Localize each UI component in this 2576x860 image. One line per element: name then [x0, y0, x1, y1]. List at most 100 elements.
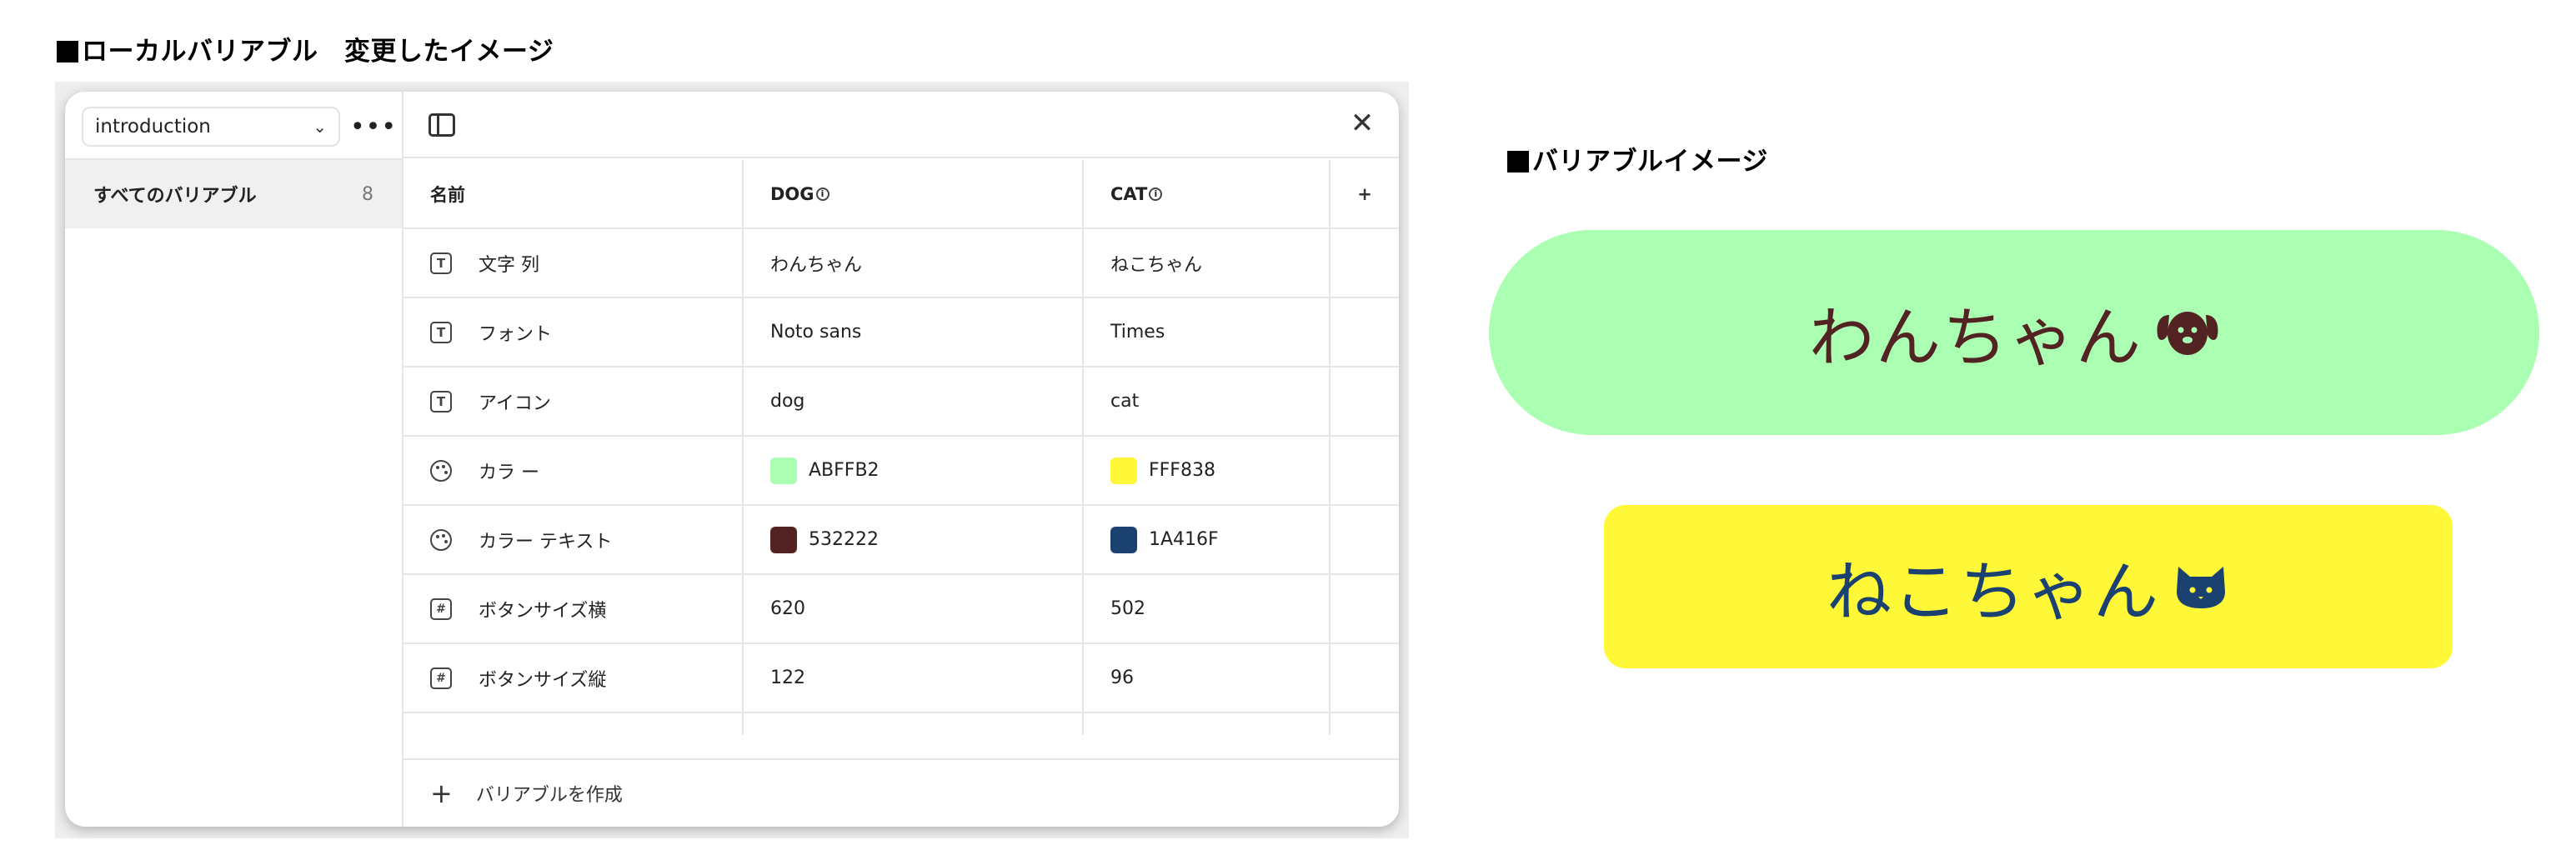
plus-icon: + — [430, 778, 453, 809]
chevron-down-icon: ⌄ — [313, 117, 327, 137]
collection-dropdown[interactable]: introduction ⌄ — [82, 107, 340, 147]
variable-name-cell[interactable]: # ボタンサイズ横 — [403, 575, 744, 642]
table-row[interactable]: カラ ー ABFFB2 FFF838 — [403, 437, 1399, 506]
variable-value: ねこちゃん — [1110, 254, 1203, 276]
variable-name: ボタンサイズ縦 — [479, 669, 607, 691]
create-variable-label: バリアブルを作成 — [475, 785, 623, 806]
table-row[interactable]: T 文字 列 わんちゃん ねこちゃん — [403, 229, 1399, 298]
table-row[interactable]: T フォント Noto sans Times — [403, 298, 1399, 368]
variable-value: 532222 — [809, 529, 879, 550]
table-row[interactable]: T アイコン dog cat — [403, 368, 1399, 437]
cat-value-cell[interactable]: Times — [1084, 298, 1331, 366]
color-swatch[interactable] — [770, 526, 797, 553]
cat-value-cell[interactable]: FFF838 — [1084, 437, 1331, 504]
mode-info-icon[interactable]: i — [1149, 187, 1163, 201]
variable-name-cell[interactable]: T アイコン — [403, 368, 744, 435]
create-variable-button[interactable]: + バリアブルを作成 — [403, 758, 1399, 827]
color-swatch[interactable] — [770, 457, 797, 484]
add-mode-button[interactable]: + — [1331, 160, 1399, 228]
variable-name: カラー テキスト — [479, 531, 613, 552]
number-type-icon: # — [430, 667, 452, 689]
sidebar-toggle-icon[interactable] — [428, 113, 455, 137]
sidebar-item-label: すべてのバリアブル — [93, 186, 257, 207]
table-row[interactable]: # ボタンサイズ縦 122 96 — [403, 644, 1399, 713]
column-header-label: DOG — [770, 183, 814, 204]
cat-value-cell[interactable]: 13 — [1084, 713, 1331, 735]
cat-icon — [2177, 567, 2225, 608]
variable-value: Times — [1110, 322, 1165, 342]
variable-value: dog — [770, 391, 805, 412]
section-title-text: ローカルバリアブル 変更したイメージ — [82, 37, 554, 67]
more-icon: ••• — [349, 112, 398, 142]
sidebar-item-all-variables[interactable]: すべてのバリアブル 8 — [65, 160, 402, 228]
variable-name: カラ ー — [479, 462, 539, 483]
palette-icon — [430, 459, 452, 482]
column-header-dog[interactable]: DOG i — [744, 160, 1084, 228]
text-type-icon: T — [430, 252, 452, 274]
variables-table: 名前 DOG i CAT i + T 文字 列 わんちゃん ねこちゃん T フォント N… — [403, 160, 1399, 735]
dog-value-cell[interactable]: 70 — [744, 713, 1084, 735]
cat-value-cell[interactable]: 96 — [1084, 644, 1331, 712]
sidebar-item-count: 8 — [362, 183, 373, 205]
cat-button-label: ねこちゃん — [1826, 555, 2160, 630]
cat-value-cell[interactable]: ねこちゃん — [1084, 229, 1331, 297]
cat-value-cell[interactable]: 1A416F — [1084, 506, 1331, 573]
cat-value-cell[interactable]: 502 — [1084, 575, 1331, 642]
text-type-icon: T — [430, 321, 452, 343]
variable-name-cell[interactable]: カラ ー — [403, 437, 744, 504]
panel-toolbar: ✕ — [403, 92, 1399, 158]
table-row[interactable]: #角丸 70 13 — [403, 713, 1399, 735]
variable-name: 角丸 — [479, 734, 515, 736]
dog-icon — [2157, 312, 2218, 355]
variable-name-cell[interactable]: T フォント — [403, 298, 744, 366]
variable-name-cell[interactable]: T 文字 列 — [403, 229, 744, 297]
cat-value-cell[interactable]: cat — [1084, 368, 1331, 435]
collection-dropdown-value: introduction — [95, 116, 211, 138]
variables-main: ✕ 名前 DOG i CAT i + T 文字 列 わんちゃん ねこちゃん T フォント… — [403, 92, 1399, 827]
variable-name-cell[interactable]: # ボタンサイズ縦 — [403, 644, 744, 712]
cat-preview-button[interactable]: ねこちゃん — [1604, 505, 2453, 668]
variable-name-cell[interactable]: カラー テキスト — [403, 506, 744, 573]
dog-value-cell[interactable]: ABFFB2 — [744, 437, 1084, 504]
variable-value: わんちゃん — [770, 254, 863, 276]
more-options-button[interactable]: ••• — [350, 107, 396, 147]
variable-value: 96 — [1110, 668, 1134, 688]
section-title-text: バリアブルイメージ — [1532, 147, 1768, 177]
table-row[interactable]: # ボタンサイズ横 620 502 — [403, 575, 1399, 644]
dog-button-label: わんちゃん — [1808, 301, 2142, 376]
variable-value: ABFFB2 — [809, 460, 880, 481]
variable-value: Noto sans — [770, 322, 862, 342]
variable-name-cell[interactable]: #角丸 — [403, 713, 744, 735]
square-bullet-icon — [1507, 151, 1529, 172]
column-header-label: CAT — [1110, 183, 1148, 204]
text-type-icon: T — [430, 390, 452, 412]
color-swatch[interactable] — [1110, 526, 1137, 553]
dog-value-cell[interactable]: dog — [744, 368, 1084, 435]
table-row[interactable]: カラー テキスト 532222 1A416F — [403, 506, 1399, 575]
dog-preview-button[interactable]: わんちゃん — [1489, 230, 2539, 435]
dog-value-cell[interactable]: 532222 — [744, 506, 1084, 573]
close-icon[interactable]: ✕ — [1346, 107, 1379, 140]
collections-sidebar: introduction ⌄ ••• すべてのバリアブル 8 — [65, 92, 403, 827]
column-header-label: 名前 — [430, 184, 465, 205]
plus-icon: + — [1357, 183, 1372, 204]
dog-value-cell[interactable]: Noto sans — [744, 298, 1084, 366]
variable-value: 620 — [770, 598, 805, 619]
local-variables-panel: introduction ⌄ ••• すべてのバリアブル 8 ✕ 名前 DOG i… — [65, 92, 1399, 827]
variable-name: 文字 列 — [479, 254, 539, 276]
variable-value: 502 — [1110, 598, 1145, 619]
variable-name: ボタンサイズ横 — [479, 600, 607, 622]
variable-value: 1A416F — [1149, 529, 1219, 550]
dog-value-cell[interactable]: 620 — [744, 575, 1084, 642]
mode-info-icon[interactable]: i — [815, 187, 829, 201]
variable-value: cat — [1110, 391, 1140, 412]
variable-name: フォント — [479, 323, 553, 345]
section-title-local-variables: ローカルバリアブル 変更したイメージ — [57, 30, 554, 68]
dog-value-cell[interactable]: 122 — [744, 644, 1084, 712]
square-bullet-icon — [57, 41, 78, 62]
color-swatch[interactable] — [1110, 457, 1137, 484]
column-header-cat[interactable]: CAT i — [1084, 160, 1331, 228]
dog-value-cell[interactable]: わんちゃん — [744, 229, 1084, 297]
column-header-name: 名前 — [403, 160, 744, 228]
variable-name: アイコン — [479, 392, 551, 414]
